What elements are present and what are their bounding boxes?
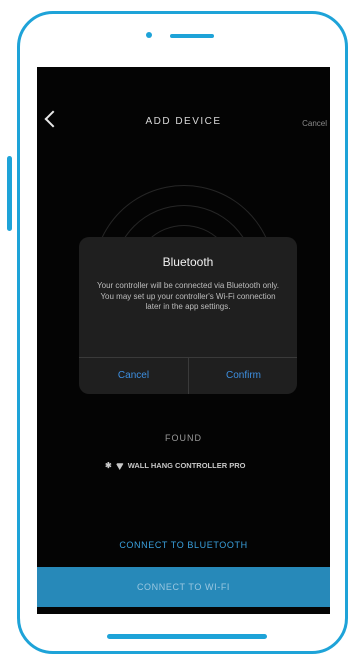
app-screen: ADD DEVICE Cancel Bluetooth Your control…: [37, 67, 330, 614]
connect-wifi-label: CONNECT TO WI-FI: [136, 582, 231, 592]
dialog-message: Your controller will be connected via Bl…: [97, 281, 279, 311]
device-name: WALL HANG CONTROLLER PRO: [127, 461, 246, 470]
found-device-item[interactable]: ✱ WALL HANG CONTROLLER PRO: [105, 461, 245, 470]
bluetooth-dialog: Bluetooth Your controller will be connec…: [79, 237, 297, 394]
phone-side-button: [7, 156, 12, 231]
bluetooth-icon: ✱: [105, 461, 112, 470]
header-cancel-button[interactable]: Cancel: [302, 119, 327, 128]
page: ADD DEVICE Cancel Bluetooth Your control…: [0, 0, 354, 659]
dialog-confirm-button[interactable]: Confirm: [189, 357, 297, 394]
dialog-title: Bluetooth: [162, 255, 214, 269]
connect-wifi-button[interactable]: CONNECT TO WI-FI: [37, 567, 330, 607]
phone-speaker: [170, 34, 214, 38]
connect-bluetooth-button[interactable]: CONNECT TO BLUETOOTH: [37, 540, 330, 550]
phone-home-bar: [107, 634, 267, 639]
phone-camera: [146, 32, 152, 38]
page-title: ADD DEVICE: [145, 116, 222, 127]
dialog-cancel-button[interactable]: Cancel: [79, 357, 188, 394]
found-label: FOUND: [165, 433, 202, 443]
wifi-icon: [116, 462, 124, 469]
